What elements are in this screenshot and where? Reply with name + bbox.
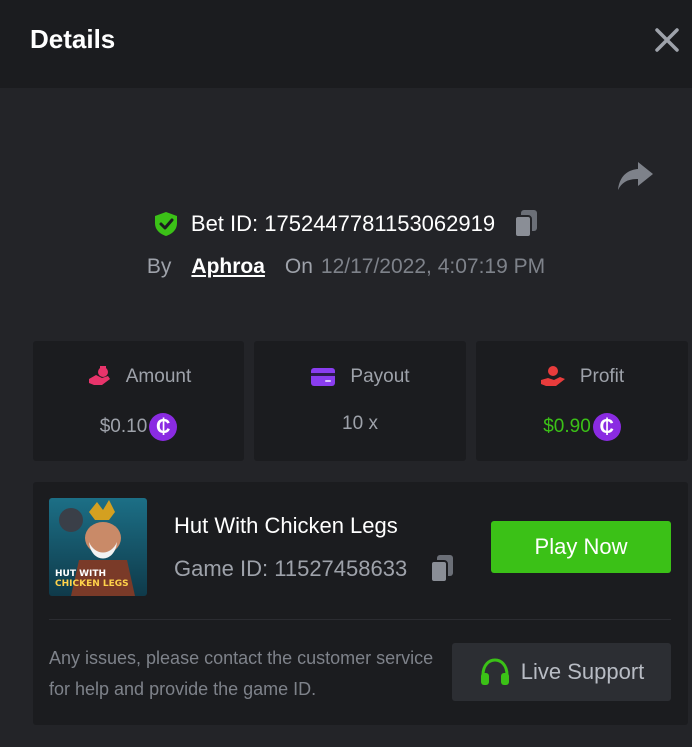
money-bag-icon [88, 366, 110, 385]
svg-text:HUT WITH: HUT WITH [55, 569, 106, 579]
coin-icon: ₵ [592, 413, 621, 441]
payout-value: 10 x [342, 413, 378, 434]
stat-label: Amount [125, 366, 192, 387]
player-name-link[interactable]: Aphroa [191, 255, 265, 279]
stat-amount: Amount $0.10 ₵ [33, 341, 244, 461]
game-id: Game ID: 11527458633 [174, 556, 408, 581]
by-label: By [146, 255, 172, 278]
headset-icon [480, 658, 509, 685]
stat-label: Profit [579, 366, 625, 387]
modal-title: Details [30, 24, 116, 54]
stat-label: Payout [350, 366, 410, 387]
svg-text:CHICKEN LEGS: CHICKEN LEGS [55, 579, 129, 589]
wallet-card-icon [311, 368, 336, 386]
game-thumbnail[interactable]: HUT WITH CHICKEN LEGS [49, 498, 147, 596]
game-id-row: Game ID: 11527458633 [174, 554, 455, 584]
bet-date: 12/17/2022, 4:07:19 PM [320, 255, 546, 278]
bet-meta-row: By Aphroa On 12/17/2022, 4:07:19 PM [0, 250, 692, 284]
amount-value: $0.10 [99, 416, 148, 437]
modal-header: Details [0, 0, 692, 88]
stat-profit: Profit $0.90 ₵ [476, 341, 688, 461]
divider [49, 619, 671, 620]
close-icon[interactable] [652, 22, 682, 58]
stat-payout: Payout 10 x [254, 341, 466, 461]
on-label: On [284, 255, 313, 278]
bet-id: Bet ID: 1752447781153062919 [190, 211, 496, 236]
verified-shield-icon [154, 212, 177, 236]
coin-icon: ₵ [149, 413, 178, 441]
live-support-button[interactable]: Live Support [452, 643, 671, 701]
copy-game-id-icon[interactable] [429, 554, 455, 584]
copy-bet-id-icon[interactable] [513, 209, 539, 239]
live-support-label: Live Support [520, 659, 645, 684]
share-icon[interactable] [616, 160, 654, 192]
profit-value: $0.90 [543, 416, 591, 437]
bet-id-row: Bet ID: 1752447781153062919 [0, 204, 692, 244]
game-card: HUT WITH CHICKEN LEGS Hut With Chicken L… [33, 482, 688, 725]
play-now-button[interactable]: Play Now [491, 521, 671, 573]
hand-profit-icon [540, 366, 565, 386]
game-name: Hut With Chicken Legs [174, 513, 398, 538]
support-message: Any issues, please contact the customer … [49, 648, 434, 699]
